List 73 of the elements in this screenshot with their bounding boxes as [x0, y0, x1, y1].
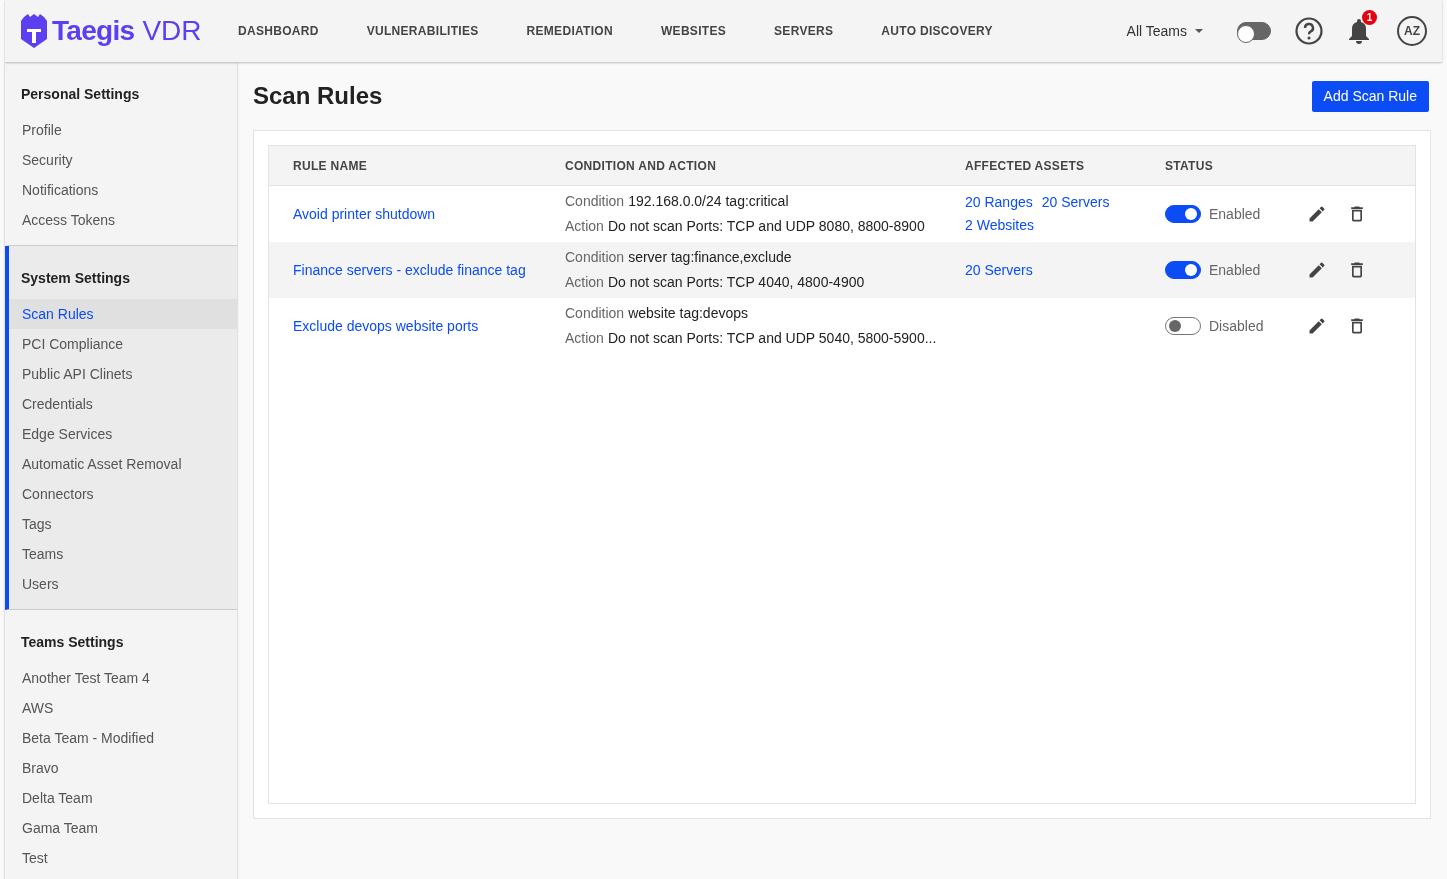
- pencil-icon[interactable]: [1307, 260, 1327, 280]
- nav-link[interactable]: DASHBOARD: [238, 22, 319, 40]
- brand-name: Taegis: [52, 14, 135, 48]
- sidebar-item[interactable]: AWS: [9, 693, 237, 723]
- sidebar-item[interactable]: Gama Team: [9, 813, 237, 843]
- shield-logo-icon: [20, 13, 48, 49]
- section-heading: Personal Settings: [20, 85, 141, 104]
- toggle-switch[interactable]: [1165, 317, 1201, 335]
- column-header: AFFECTED ASSETS: [965, 157, 1086, 175]
- sidebar-item[interactable]: Beta Team - Modified: [9, 723, 237, 753]
- toggle-switch[interactable]: [1165, 261, 1201, 279]
- status-text: Enabled: [1209, 260, 1261, 280]
- add-scan-rule-button[interactable]: Add Scan Rule: [1311, 80, 1429, 112]
- toggle-switch[interactable]: [1237, 22, 1271, 40]
- status-text: Enabled: [1209, 204, 1261, 224]
- section-heading: Teams Settings: [20, 633, 125, 652]
- sidebar-item[interactable]: Users: [9, 569, 237, 599]
- nav-link[interactable]: SERVERS: [774, 22, 834, 40]
- sidebar-item[interactable]: Access Tokens: [9, 205, 237, 235]
- action-label: Action: [565, 329, 604, 348]
- pencil-icon[interactable]: [1307, 316, 1327, 336]
- sidebar-item[interactable]: Automatic Asset Removal: [9, 449, 237, 479]
- help-icon[interactable]: [1295, 17, 1323, 45]
- sidebar-item[interactable]: Connectors: [9, 479, 237, 509]
- action-text: Do not scan Ports: TCP and UDP 8080, 8800-8900: [607, 217, 925, 236]
- rule-name-link[interactable]: Exclude devops website ports: [293, 318, 479, 334]
- asset-link[interactable]: 20 Servers: [1041, 192, 1110, 213]
- column-header: RULE NAME: [292, 157, 369, 175]
- column-header: STATUS: [1165, 157, 1215, 175]
- condition-text: website tag:devops: [628, 304, 748, 323]
- rule-name-link[interactable]: Avoid printer shutdown: [293, 206, 436, 222]
- notification-badge: 1: [1362, 10, 1377, 25]
- action-text: Do not scan Ports: TCP 4040, 4800-4900: [607, 273, 865, 292]
- condition-text: 192.168.0.0/24 tag:critical: [628, 192, 789, 211]
- sidebar-item[interactable]: Delta Team: [9, 783, 237, 813]
- rule-name-link[interactable]: Finance servers - exclude finance tag: [293, 262, 526, 278]
- asset-link[interactable]: 20 Servers: [965, 259, 1033, 281]
- condition-label: Condition: [565, 192, 625, 211]
- sidebar-item[interactable]: Another Test Team 4: [9, 663, 237, 693]
- section-heading: System Settings: [20, 269, 131, 288]
- sidebar-item[interactable]: Test: [9, 843, 237, 873]
- product-name: VDR: [142, 14, 202, 48]
- sidebar-item[interactable]: Security: [9, 145, 237, 175]
- sidebar-item[interactable]: Scan Rules: [9, 299, 237, 329]
- user-avatar[interactable]: AZ: [1397, 16, 1427, 46]
- sidebar-item[interactable]: Notifications: [9, 175, 237, 205]
- status-text: Disabled: [1209, 316, 1264, 336]
- pencil-icon[interactable]: [1307, 204, 1327, 224]
- caret-icon: [1195, 29, 1203, 33]
- sidebar-item[interactable]: Tags: [9, 509, 237, 539]
- condition-label: Condition: [565, 248, 625, 267]
- page-title: Scan Rules: [253, 81, 383, 111]
- condition-label: Condition: [565, 304, 625, 323]
- sidebar-item[interactable]: Credentials: [9, 389, 237, 419]
- sidebar-item[interactable]: PCI Compliance: [9, 329, 237, 359]
- sidebar-item[interactable]: Edge Services: [9, 419, 237, 449]
- toggle-switch[interactable]: [1165, 205, 1201, 223]
- action-label: Action: [565, 273, 604, 292]
- action-label: Action: [565, 217, 604, 236]
- nav-link[interactable]: AUTO DISCOVERY: [881, 22, 993, 40]
- team-dropdown[interactable]: All Teams: [1126, 20, 1203, 42]
- asset-link[interactable]: 2 Websites: [965, 215, 1034, 236]
- nav-link[interactable]: VULNERABILITIES: [366, 22, 479, 40]
- condition-text: server tag:finance,exclude: [628, 248, 792, 267]
- sidebar-item[interactable]: Teams: [9, 539, 237, 569]
- sidebar-item[interactable]: Bravo: [9, 753, 237, 783]
- column-header: CONDITION AND ACTION: [565, 157, 718, 175]
- nav-link[interactable]: WEBSITES: [660, 22, 727, 40]
- sidebar-item[interactable]: Public API Clinets: [9, 359, 237, 389]
- asset-link[interactable]: 20 Ranges: [965, 192, 1033, 213]
- sidebar-item[interactable]: Profile: [9, 115, 237, 145]
- nav-link[interactable]: REMEDIATION: [526, 22, 613, 40]
- action-text: Do not scan Ports: TCP and UDP 5040, 5800-5900...: [607, 329, 937, 348]
